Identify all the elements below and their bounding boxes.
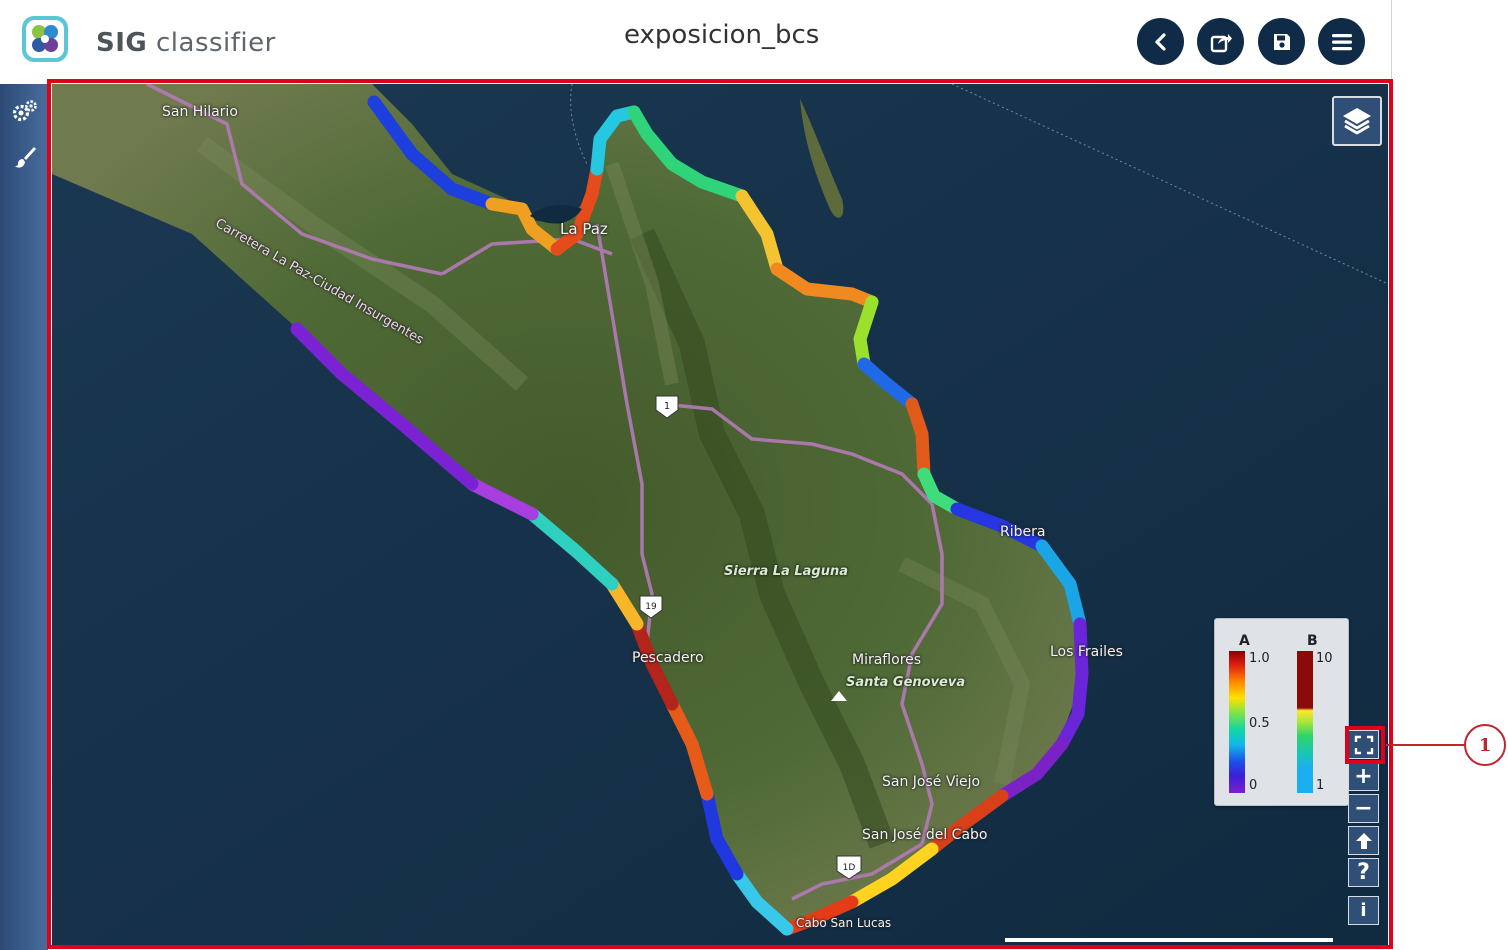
legend-a-min: 0 (1249, 778, 1258, 793)
save-icon (1273, 33, 1290, 50)
fullscreen-button[interactable] (1348, 730, 1379, 759)
map-view[interactable]: 1 19 1D San Hilario Carretera La Paz-Ciu… (52, 84, 1388, 946)
callout-number-badge: 1 (1464, 724, 1506, 766)
app-header: SIG classifier exposicion_bcs (0, 0, 1392, 80)
fullscreen-icon (1354, 735, 1373, 754)
label-pescadero: Pescadero (632, 650, 704, 666)
legend-b-max: 10 (1316, 651, 1333, 666)
back-icon (1154, 32, 1166, 51)
app-brand-name: SIG classifier (96, 28, 276, 58)
label-la-paz: La Paz (560, 220, 608, 238)
arrow-up-icon (1355, 832, 1372, 849)
scale-bar (1005, 938, 1333, 942)
brand-bold: SIG (96, 28, 148, 58)
zoom-out-button[interactable]: − (1348, 794, 1379, 823)
app-logo (20, 14, 70, 64)
paint-brush-icon (15, 147, 36, 168)
legend-b-colorbar (1297, 651, 1313, 793)
svg-text:1: 1 (664, 401, 670, 412)
menu-button[interactable] (1318, 18, 1365, 65)
back-button[interactable] (1137, 18, 1184, 65)
menu-icon (1331, 33, 1352, 50)
info-button[interactable]: i (1348, 896, 1379, 925)
legend-b-title: B (1307, 633, 1318, 649)
map-basemap: 1 19 1D (52, 84, 1388, 946)
save-button[interactable] (1258, 18, 1305, 65)
label-sierra-la-laguna: Sierra La Laguna (724, 564, 848, 579)
legend-a-max: 1.0 (1249, 651, 1270, 666)
brand-light: classifier (156, 28, 276, 58)
label-ribera: Ribera (1000, 524, 1046, 540)
legend-a-colorbar (1229, 651, 1245, 793)
zoom-in-button[interactable]: + (1348, 762, 1379, 791)
layers-button[interactable] (1332, 96, 1382, 146)
legend-b-min: 1 (1316, 778, 1325, 793)
help-button[interactable]: ? (1348, 858, 1379, 887)
label-miraflores: Miraflores (852, 652, 922, 668)
svg-text:1D: 1D (843, 863, 856, 873)
label-san-jose-viejo: San José Viejo (882, 774, 981, 790)
map-legend: A B 1.0 0.5 0 10 1 (1214, 618, 1349, 806)
label-san-hilario: San Hilario (162, 104, 238, 120)
svg-text:19: 19 (645, 602, 657, 612)
settings-gears-button[interactable] (12, 98, 38, 124)
label-cabo-san-lucas: Cabo San Lucas (796, 916, 892, 930)
share-icon (1210, 33, 1232, 52)
label-santa-genoveva: Santa Genoveva (846, 675, 966, 690)
reset-north-button[interactable] (1348, 826, 1379, 855)
layers-icon (1343, 108, 1371, 135)
document-title: exposicion_bcs (624, 20, 820, 50)
settings-gears-icon (12, 100, 37, 122)
paint-brush-button[interactable] (12, 144, 38, 170)
legend-a-title: A (1239, 633, 1250, 649)
label-los-frailes: Los Frailes (1050, 644, 1123, 660)
callout-leader-line (1386, 744, 1464, 746)
legend-a-mid: 0.5 (1249, 716, 1270, 731)
left-toolstrip (0, 84, 48, 950)
share-button[interactable] (1197, 18, 1244, 65)
label-san-jose-del-cabo: San José del Cabo (862, 827, 988, 843)
